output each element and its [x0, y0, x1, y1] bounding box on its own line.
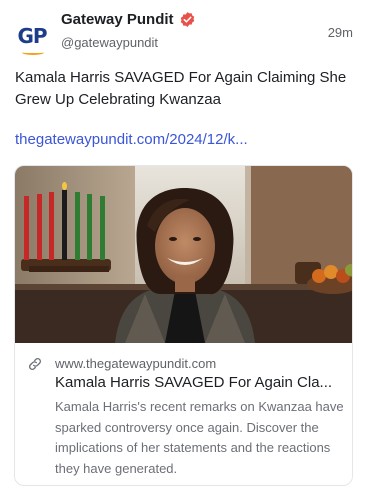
- card-image-illustration: [15, 166, 352, 343]
- card-domain: www.thegatewaypundit.com: [55, 356, 217, 371]
- card-description: Kamala Harris's recent remarks on Kwanza…: [55, 399, 344, 476]
- author-name-label: Gateway Pundit: [61, 11, 174, 28]
- social-post: GP Gateway Pundit @gatewaypundit 29m Kam…: [0, 0, 368, 500]
- link-preview-card[interactable]: www.thegatewaypundit.com Kamala Harris S…: [14, 165, 353, 486]
- post-text: Kamala Harris SAVAGED For Again Claiming…: [15, 69, 347, 108]
- card-image[interactable]: [15, 166, 352, 343]
- card-title[interactable]: Kamala Harris SAVAGED For Again Cla...: [55, 374, 345, 391]
- avatar-logo-text: GP: [17, 24, 47, 48]
- avatar[interactable]: GP: [14, 18, 50, 55]
- post-timestamp[interactable]: 29m: [328, 25, 353, 40]
- avatar-swoosh: [22, 50, 44, 55]
- link-icon: [29, 358, 41, 370]
- author-handle[interactable]: @gatewaypundit: [61, 35, 158, 50]
- author-name[interactable]: Gateway Pundit: [61, 11, 196, 28]
- post-link[interactable]: thegatewaypundit.com/2024/12/k...: [15, 131, 248, 148]
- verified-badge-icon: [180, 12, 194, 27]
